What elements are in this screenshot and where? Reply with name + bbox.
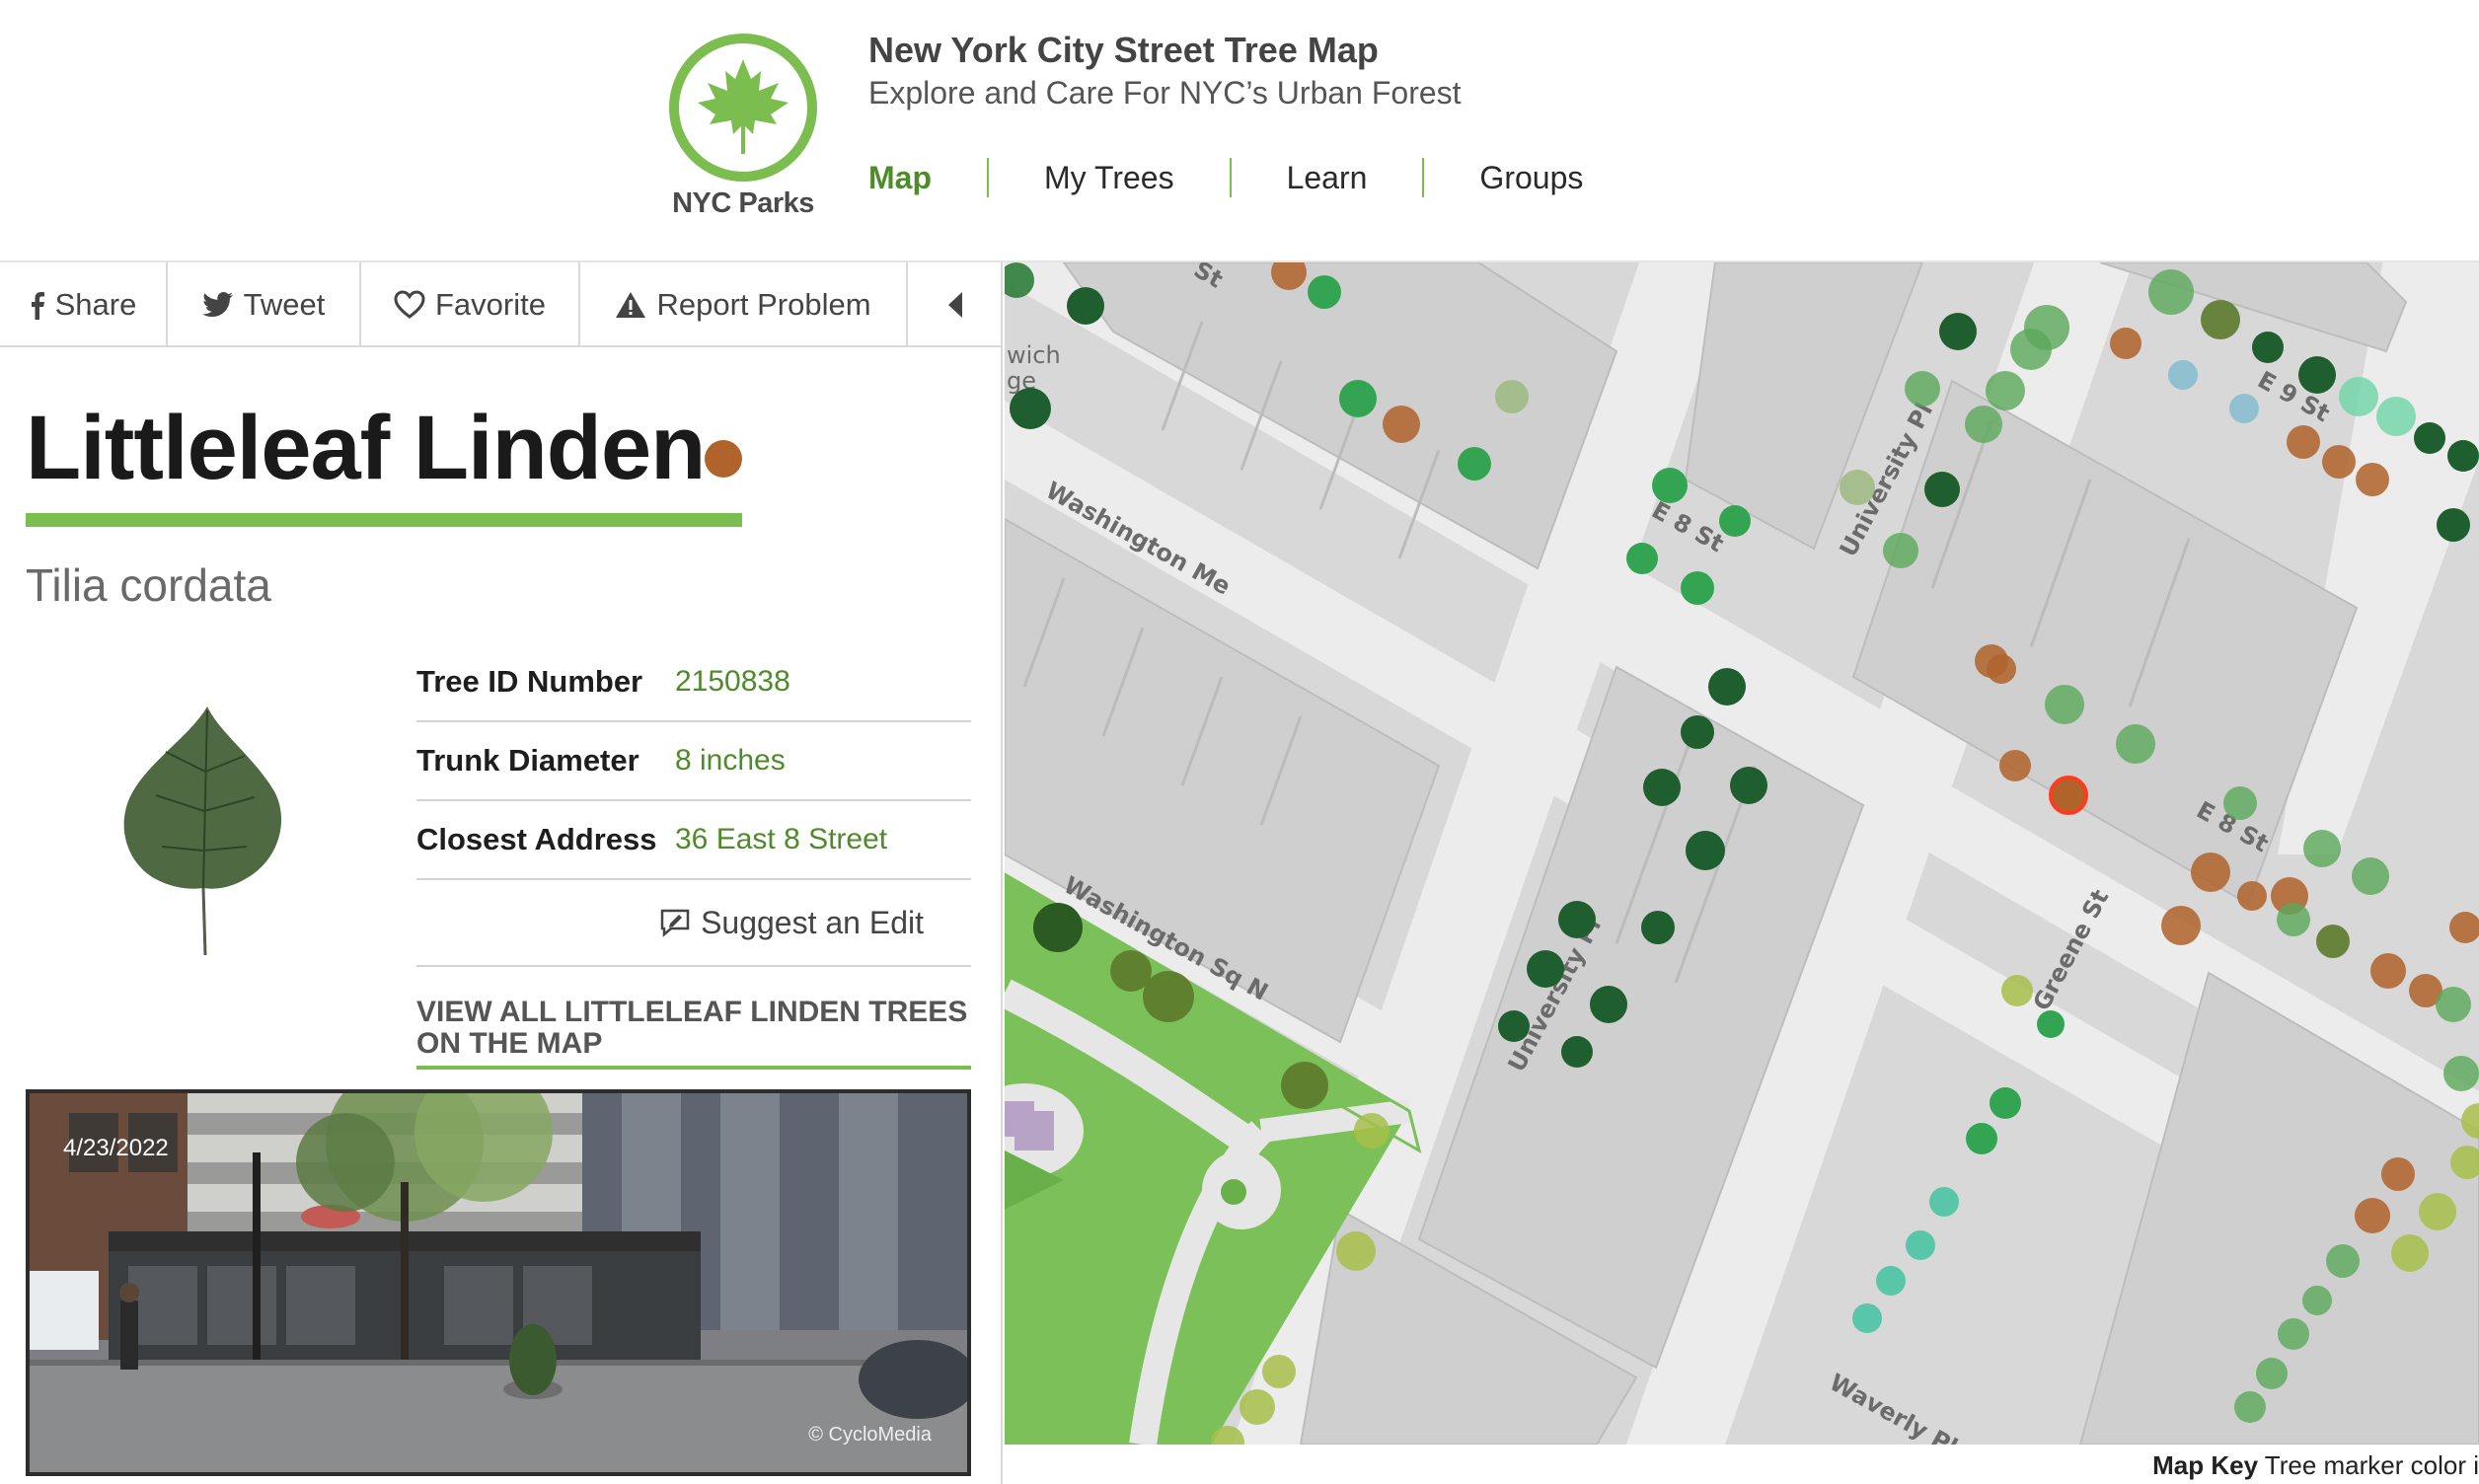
tree-detail-panel: Share Tweet Favorite Report Problem Litt… <box>0 262 1003 1484</box>
selected-tree-marker <box>2049 776 2088 815</box>
title-underline <box>26 513 742 527</box>
share-button[interactable]: Share <box>0 262 168 347</box>
map-key-label: Map Key <box>2152 1450 2259 1480</box>
map-key[interactable]: Map Key Tree marker color i <box>2152 1450 2479 1481</box>
tree-marker-swatch <box>705 440 742 478</box>
tree-common-name: Littleleaf Linden <box>26 398 706 498</box>
suggest-edit-label: Suggest an Edit <box>701 904 924 940</box>
report-problem-button[interactable]: Report Problem <box>580 262 908 347</box>
trunk-diameter-value: 8 inches <box>675 744 786 777</box>
site-subtitle: Explore and Care For NYC’s Urban Forest <box>868 75 1462 111</box>
nav-my-trees[interactable]: My Trees <box>1044 160 1174 196</box>
street-view-credit: © CycloMedia <box>808 1424 932 1446</box>
map-canvas[interactable]: St wich ge Washington Me E 8 St Universi… <box>1005 262 2479 1445</box>
logo-text: NYC Parks <box>672 187 814 219</box>
site-header: NYC Parks New York City Street Tree Map … <box>0 0 2479 262</box>
view-all-species-link[interactable]: VIEW ALL LITTLELEAF LINDEN TREES ON THE … <box>416 997 971 1070</box>
detail-label: Closest Address <box>416 822 657 856</box>
tweet-button[interactable]: Tweet <box>168 262 361 347</box>
tree-scientific-name: Tilia cordata <box>26 559 271 611</box>
site-title: New York City Street Tree Map <box>868 30 1379 70</box>
street-view-image[interactable]: 4/23/2022 © CycloMedia <box>26 1089 971 1476</box>
nyc-parks-logo[interactable]: NYC Parks <box>667 30 819 227</box>
nav-groups[interactable]: Groups <box>1479 160 1583 196</box>
suggest-edit-button[interactable]: Suggest an Edit <box>416 880 971 967</box>
tree-id-value: 2150838 <box>675 665 790 698</box>
warning-icon <box>616 292 646 318</box>
report-label: Report Problem <box>656 287 871 322</box>
share-label: Share <box>54 287 137 322</box>
street-view-photo <box>30 1093 967 1472</box>
nav-divider <box>1229 158 1232 197</box>
tweet-label: Tweet <box>243 287 326 322</box>
map-key-text: Tree marker color i <box>2264 1450 2479 1480</box>
nav-divider <box>1422 158 1425 197</box>
nav-learn[interactable]: Learn <box>1287 160 1368 196</box>
nav-divider <box>987 158 989 197</box>
detail-label: Trunk Diameter <box>416 743 639 778</box>
closest-address-value: 36 East 8 Street <box>675 823 888 855</box>
main-nav: Map My Trees Learn Groups <box>868 148 1583 207</box>
favorite-label: Favorite <box>435 287 546 322</box>
caret-left-icon <box>948 292 962 318</box>
twitter-icon <box>201 292 233 317</box>
detail-row: Tree ID Number 2150838 <box>416 643 971 722</box>
nav-map[interactable]: Map <box>868 160 932 196</box>
edit-comment-icon <box>660 909 690 937</box>
detail-label: Tree ID Number <box>416 664 643 699</box>
action-bar: Share Tweet Favorite Report Problem <box>0 262 1003 347</box>
heart-icon <box>394 290 425 319</box>
detail-row: Closest Address 36 East 8 Street <box>416 801 971 880</box>
facebook-icon <box>31 292 44 320</box>
street-label: wich <box>1007 341 1061 369</box>
linden-leaf-icon <box>123 706 282 956</box>
street-view-date: 4/23/2022 <box>63 1135 169 1161</box>
maple-leaf-logo-icon <box>669 34 817 182</box>
favorite-button[interactable]: Favorite <box>361 262 580 347</box>
collapse-panel-button[interactable] <box>908 262 1003 347</box>
tree-map[interactable]: St wich ge Washington Me E 8 St Universi… <box>1005 262 2479 1484</box>
detail-row: Trunk Diameter 8 inches <box>416 722 971 801</box>
tree-details: Tree ID Number 2150838 Trunk Diameter 8 … <box>416 643 971 1070</box>
